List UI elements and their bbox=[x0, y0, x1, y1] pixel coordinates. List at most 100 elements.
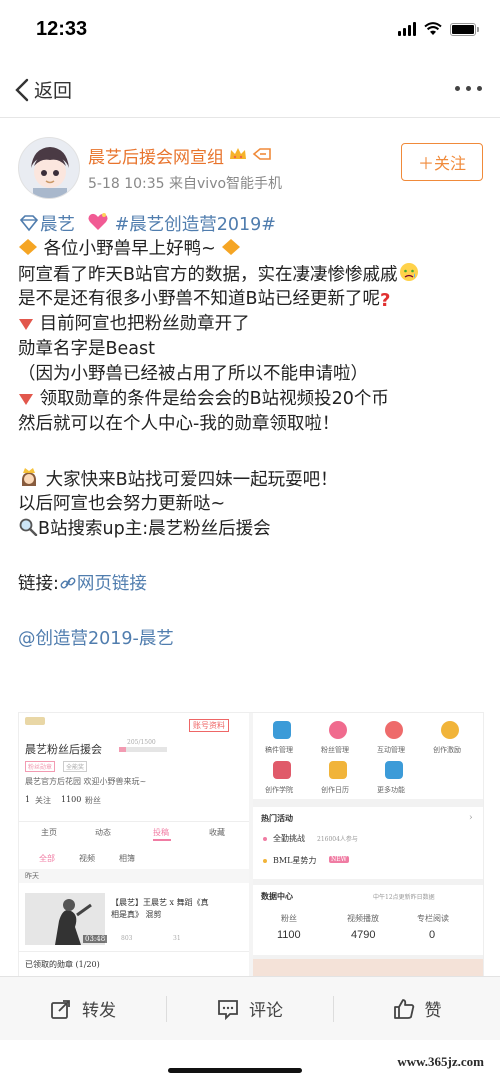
hot-title: 热门活动 bbox=[261, 813, 293, 823]
crown-decoration-icon bbox=[25, 717, 45, 725]
text-line-3: 阿宣看了昨天B站官方的数据，实在凄凄惨惨戚戚 bbox=[18, 262, 488, 290]
embedded-name: 晨艺粉丝后援会 bbox=[25, 743, 102, 756]
wifi-icon bbox=[424, 22, 442, 35]
hot-item-1-sub: 216004人参与 bbox=[317, 836, 358, 843]
back-label: 返回 bbox=[34, 80, 73, 102]
level-bar bbox=[119, 747, 167, 752]
data-note: 中午12点更新昨日数据 bbox=[373, 894, 435, 901]
text-content: 各位小野兽早上好鸭~ bbox=[43, 239, 216, 259]
grid-item-4: 创作激励 bbox=[433, 746, 461, 754]
text-content: 目前阿宣也把粉丝勋章开了 bbox=[39, 314, 250, 334]
nav-bar: 返回 bbox=[0, 60, 500, 118]
repost-icon bbox=[51, 999, 70, 1019]
author-row: 晨艺后援会网宣组 bbox=[88, 143, 272, 168]
chevron-left-icon bbox=[15, 78, 29, 101]
video-duration: 03:48 bbox=[83, 935, 108, 943]
text-content: 是不是还有很多小野兽不知道B站已经更新了呢 bbox=[18, 289, 381, 309]
fan-badge-icon bbox=[252, 146, 272, 166]
crying-face-icon bbox=[398, 262, 420, 290]
text-line-mention: @创造营2019-晨艺 bbox=[18, 627, 488, 652]
text-line-link: 链接: 网页链接 bbox=[18, 572, 488, 599]
embedded-tab-home: 主页 bbox=[41, 828, 57, 837]
fans-label: 粉丝 bbox=[85, 796, 101, 805]
hot-item-2: BML星势力 bbox=[273, 856, 317, 865]
topic-link[interactable]: #晨艺创造营2019# bbox=[115, 215, 276, 235]
video-danmaku: 31 bbox=[173, 935, 181, 942]
magnifier-icon bbox=[18, 518, 38, 544]
video-title-1: 【晨艺】王晨艺 x 舞蹈《真 bbox=[111, 898, 209, 907]
stat-label-reads: 专栏阅读 bbox=[417, 914, 449, 923]
comment-label: 评论 bbox=[249, 1001, 283, 1021]
tag-medal: 粉丝勋章 bbox=[25, 761, 56, 772]
follow-count: 1 bbox=[25, 795, 31, 804]
status-icons bbox=[398, 22, 479, 36]
stat-value-plays: 4790 bbox=[351, 929, 376, 941]
princess-icon bbox=[18, 467, 40, 495]
video-views: 803 bbox=[121, 935, 133, 942]
grid-item-5: 创作学院 bbox=[265, 786, 293, 794]
tag-link-chenyi[interactable]: 晨艺 bbox=[40, 215, 75, 235]
fans-count: 1100 bbox=[61, 795, 82, 804]
embedded-screenshot[interactable]: 账号资料 晨艺粉丝后援会 205/1500 粉丝勋章 全能奖 晨艺官方后花园 欢… bbox=[18, 712, 484, 980]
comment-button[interactable]: 评论 bbox=[167, 977, 333, 1040]
link-icon bbox=[59, 574, 77, 599]
grid-item-2: 粉丝管理 bbox=[321, 746, 349, 754]
action-bar: 转发 评论 赞 bbox=[0, 976, 500, 1040]
grid-item-7: 更多功能 bbox=[377, 786, 405, 794]
text-line-7: （因为小野兽已经被占用了所以不能申请啦） bbox=[18, 364, 368, 384]
embedded-subtab-all: 全部 bbox=[39, 854, 55, 863]
level-text: 205/1500 bbox=[127, 739, 156, 746]
follow-label: 关注 bbox=[35, 796, 51, 805]
author-name[interactable]: 晨艺后援会网宣组 bbox=[88, 143, 224, 168]
embedded-left-panel: 账号资料 晨艺粉丝后援会 205/1500 粉丝勋章 全能奖 晨艺官方后花园 欢… bbox=[19, 713, 249, 979]
avatar-illustration bbox=[19, 138, 79, 198]
stat-value-reads: 0 bbox=[429, 929, 436, 941]
hot-item-2-badge: NEW bbox=[329, 856, 349, 863]
home-indicator[interactable] bbox=[168, 1068, 302, 1073]
thumbs-up-icon bbox=[393, 998, 414, 1019]
watermark: www.365jz.com bbox=[397, 1054, 484, 1069]
text-line-11: 以后阿宣也会努力更新哒~ bbox=[18, 494, 226, 514]
embedded-tab-dynamic: 动态 bbox=[95, 828, 111, 837]
comment-icon bbox=[218, 999, 238, 1020]
grid-item-6: 创作日历 bbox=[321, 786, 349, 794]
mention-link[interactable]: @创造营2019-晨艺 bbox=[18, 629, 174, 649]
profile-tag: 账号资料 bbox=[189, 719, 229, 732]
text-line-5: 目前阿宣也把粉丝勋章开了 bbox=[18, 312, 488, 339]
text-line-4: 是不是还有很多小野兽不知道B站已经更新了呢? bbox=[18, 287, 488, 313]
like-label: 赞 bbox=[424, 1001, 442, 1021]
text-content: 阿宣看了昨天B站官方的数据，实在凄凄惨惨戚戚 bbox=[18, 265, 398, 285]
web-link[interactable]: 网页链接 bbox=[77, 574, 147, 594]
more-options-icon[interactable] bbox=[455, 86, 482, 91]
status-time: 12:33 bbox=[36, 18, 88, 40]
grid-item-3: 互动管理 bbox=[377, 746, 405, 754]
repost-button[interactable]: 转发 bbox=[0, 977, 166, 1040]
text-content: B站搜索up主:晨艺粉丝后援会 bbox=[38, 519, 271, 539]
medal-label: 已领取的勋章 (1/20) bbox=[25, 960, 100, 969]
crown-badge-icon bbox=[228, 146, 248, 166]
data-title: 数据中心 bbox=[261, 891, 293, 901]
status-bar: 12:33 bbox=[0, 0, 500, 60]
text-content: 大家快来B站找可爱四妹一起玩耍吧！ bbox=[45, 470, 338, 490]
signal-icon bbox=[398, 22, 416, 36]
embedded-section: 昨天 bbox=[25, 872, 39, 880]
orange-diamond-icon bbox=[18, 238, 38, 264]
like-button[interactable]: 赞 bbox=[334, 977, 500, 1040]
avatar[interactable] bbox=[18, 137, 80, 199]
text-content: 领取勋章的条件是给会会的B站视频投20个币 bbox=[39, 389, 389, 409]
stat-label-fans: 粉丝 bbox=[281, 914, 297, 923]
battery-icon bbox=[450, 22, 479, 36]
text-line-2: 各位小野兽早上好鸭~ bbox=[18, 237, 488, 264]
text-line-9: 然后就可以在个人中心-我的勋章领取啦！ bbox=[18, 414, 340, 434]
follow-button[interactable]: ＋关注 bbox=[401, 143, 483, 181]
stat-value-fans: 1100 bbox=[277, 929, 301, 941]
text-line-12: B站搜索up主:晨艺粉丝后援会 bbox=[18, 517, 488, 544]
stat-label-plays: 视频播放 bbox=[347, 914, 379, 923]
text-line-8: 领取勋章的条件是给会会的B站视频投20个币 bbox=[18, 387, 488, 414]
text-line-10: 大家快来B站找可爱四妹一起玩耍吧！ bbox=[18, 467, 488, 495]
video-title-2: 相是真》 混剪 bbox=[111, 910, 162, 919]
back-button[interactable]: 返回 bbox=[14, 76, 72, 103]
link-prefix: 链接: bbox=[18, 574, 59, 594]
embedded-subtab-video: 视频 bbox=[79, 854, 95, 863]
embedded-tab-favorites: 收藏 bbox=[209, 828, 225, 837]
